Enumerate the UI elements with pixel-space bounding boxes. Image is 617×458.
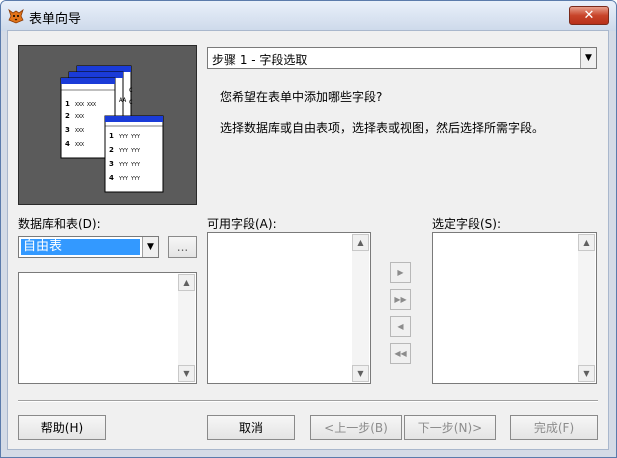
- database-combo[interactable]: 自由表 ▼: [18, 236, 159, 258]
- finish-button[interactable]: 完成(F): [510, 415, 598, 440]
- svg-text:YYY YYY: YYY YYY: [119, 134, 140, 140]
- svg-text:YYY YYY: YYY YYY: [119, 148, 140, 154]
- svg-text:2: 2: [109, 146, 114, 154]
- scroll-down-icon[interactable]: ▼: [178, 365, 195, 382]
- tab-text: AA: [119, 97, 127, 104]
- title-bar[interactable]: 表单向导 ✕: [1, 1, 616, 31]
- close-icon: ✕: [583, 8, 595, 23]
- wizard-illustration: AA C C 1 XXX XXX 2 XXX 3 XXX 4 XXX 1 YYY…: [18, 45, 197, 205]
- selected-fields-scrollbar[interactable]: ▲ ▼: [578, 234, 595, 382]
- scroll-down-icon[interactable]: ▼: [352, 365, 369, 382]
- footer-separator: [18, 400, 598, 402]
- close-button[interactable]: ✕: [569, 6, 609, 25]
- svg-text:2: 2: [65, 112, 70, 120]
- foxpro-fox-icon: [8, 8, 24, 24]
- svg-text:C: C: [129, 87, 133, 94]
- svg-text:XXX: XXX: [75, 128, 84, 134]
- selected-fields-label: 选定字段(S):: [432, 217, 502, 231]
- svg-text:4: 4: [109, 174, 114, 182]
- add-all-fields-button[interactable]: ▶▶: [390, 289, 411, 310]
- svg-text:3: 3: [65, 126, 70, 134]
- svg-text:1: 1: [109, 132, 114, 140]
- wizard-question: 您希望在表单中添加哪些字段?: [220, 90, 383, 104]
- next-button[interactable]: 下一步(N)>: [404, 415, 496, 440]
- svg-text:XXX: XXX: [75, 142, 84, 148]
- svg-text:YYY YYY: YYY YYY: [119, 162, 140, 168]
- scroll-up-icon[interactable]: ▲: [178, 274, 195, 291]
- chevron-down-icon[interactable]: ▼: [142, 237, 158, 257]
- tables-list-scrollbar[interactable]: ▲ ▼: [178, 274, 195, 382]
- database-combo-value: 自由表: [21, 239, 140, 255]
- svg-text:C: C: [129, 99, 133, 106]
- add-field-button[interactable]: ▶: [390, 262, 411, 283]
- back-button[interactable]: <上一步(B): [310, 415, 402, 440]
- cancel-button[interactable]: 取消: [207, 415, 295, 440]
- step-dropdown[interactable]: 步骤 1 - 字段选取 ▼: [207, 47, 597, 69]
- scroll-up-icon[interactable]: ▲: [352, 234, 369, 251]
- available-fields-scrollbar[interactable]: ▲ ▼: [352, 234, 369, 382]
- database-label: 数据库和表(D):: [18, 217, 101, 231]
- wizard-instruction: 选择数据库或自由表项，选择表或视图，然后选择所需字段。: [220, 121, 545, 135]
- step-dropdown-value: 步骤 1 - 字段选取: [212, 53, 308, 67]
- browse-database-button[interactable]: ...: [168, 236, 197, 258]
- window-title: 表单向导: [29, 12, 82, 27]
- remove-field-button[interactable]: ◀: [390, 316, 411, 337]
- svg-text:4: 4: [65, 140, 70, 148]
- help-button[interactable]: 帮助(H): [18, 415, 106, 440]
- chevron-down-icon[interactable]: ▼: [580, 48, 596, 68]
- scroll-down-icon[interactable]: ▼: [578, 365, 595, 382]
- available-fields-label: 可用字段(A):: [207, 217, 277, 231]
- remove-all-fields-button[interactable]: ◀◀: [390, 343, 411, 364]
- available-fields-list[interactable]: ▲ ▼: [207, 232, 371, 384]
- svg-text:1: 1: [65, 100, 70, 108]
- tables-list[interactable]: ▲ ▼: [18, 272, 197, 384]
- selected-fields-list[interactable]: ▲ ▼: [432, 232, 597, 384]
- svg-text:XXX: XXX: [75, 114, 84, 120]
- svg-text:3: 3: [109, 160, 114, 168]
- scroll-up-icon[interactable]: ▲: [578, 234, 595, 251]
- table-sheets-icon: AA C C 1 XXX XXX 2 XXX 3 XXX 4 XXX 1 YYY…: [60, 65, 164, 193]
- svg-text:XXX XXX: XXX XXX: [75, 102, 96, 108]
- svg-text:YYY YYY: YYY YYY: [119, 176, 140, 182]
